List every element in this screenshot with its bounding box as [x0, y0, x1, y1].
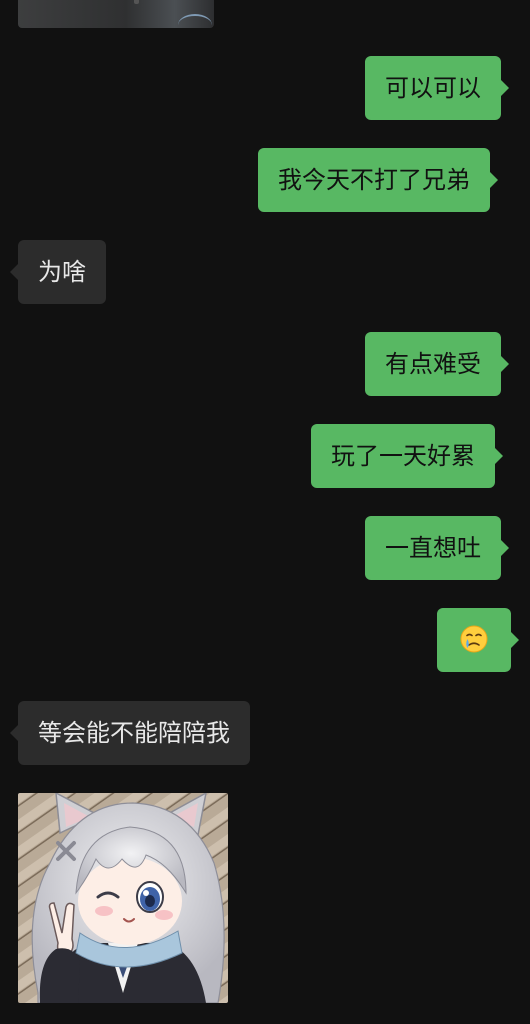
message-text: 为啥: [38, 258, 86, 286]
message-bubble-outgoing[interactable]: [437, 608, 519, 672]
message-bubble-outgoing[interactable]: 有点难受: [365, 332, 509, 396]
message-bubble-outgoing[interactable]: 一直想吐: [365, 516, 509, 580]
message-bubble-outgoing[interactable]: 可以可以: [365, 56, 509, 120]
message-text: 一直想吐: [385, 534, 481, 562]
message-text: 可以可以: [385, 74, 481, 102]
anime-cat-girl-wink-peace-sticker-icon: [18, 793, 228, 1003]
message-text: 玩了一天好累: [331, 442, 475, 470]
message-bubble-incoming[interactable]: 为啥: [10, 240, 106, 304]
message-text: 有点难受: [385, 350, 481, 378]
message-bubble-outgoing[interactable]: 我今天不打了兄弟: [258, 148, 498, 212]
sticker-message[interactable]: [18, 793, 228, 1003]
message-text: 等会能不能陪陪我: [38, 719, 230, 747]
image-message-thumbnail[interactable]: [18, 0, 214, 28]
message-bubble-outgoing[interactable]: 玩了一天好累: [311, 424, 503, 488]
message-text: 我今天不打了兄弟: [278, 166, 470, 194]
face-holding-back-tears-icon: [460, 625, 488, 653]
message-bubble-incoming[interactable]: 等会能不能陪陪我: [10, 701, 250, 765]
chat-view: 可以可以 我今天不打了兄弟 为啥 有点难受 玩了一天好累 一直想吐 等会能不能陪…: [0, 0, 530, 1024]
